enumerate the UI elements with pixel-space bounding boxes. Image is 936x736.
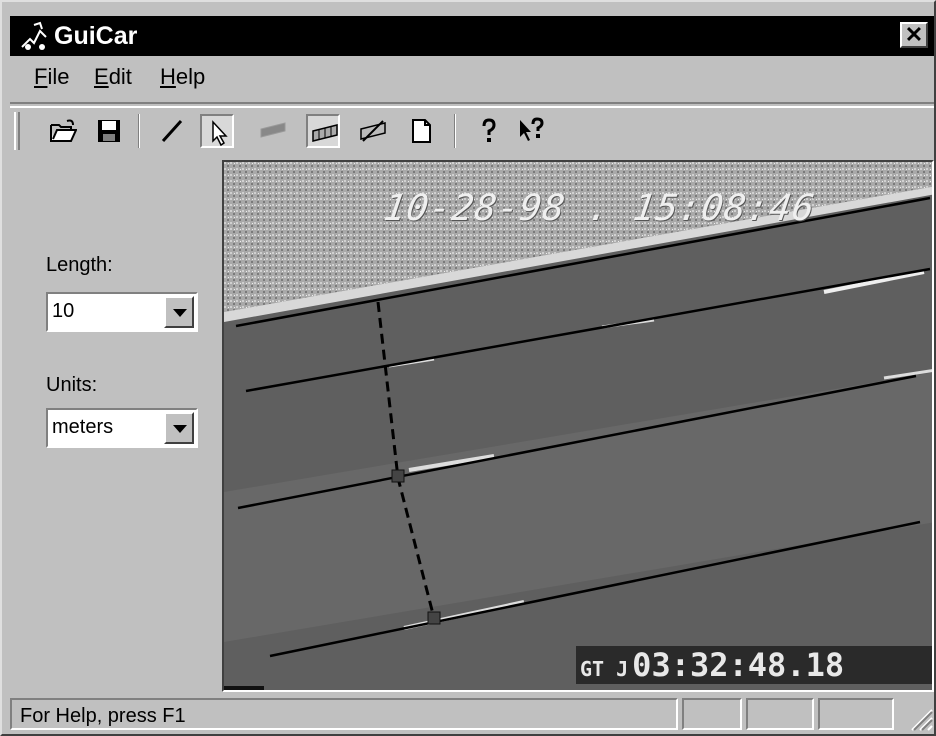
status-text: For Help, press F1: [10, 698, 678, 730]
hatched-parallelogram-icon: [312, 124, 338, 142]
arrow-pointer-icon: [212, 120, 228, 147]
select-button[interactable]: [200, 114, 234, 148]
help-button[interactable]: [472, 114, 506, 148]
timecode-prefix: GT J: [580, 657, 629, 681]
menu-edit[interactable]: Edit: [94, 64, 132, 90]
status-bar: For Help, press F1: [10, 694, 934, 734]
crossed-region-button[interactable]: [356, 114, 390, 148]
menu-help-rest: elp: [175, 64, 206, 89]
timecode: GT J 03:32:48.18: [576, 646, 932, 684]
length-label: Length:: [46, 254, 113, 276]
menu-help[interactable]: Help: [160, 64, 205, 90]
menu-edit-rest: dit: [108, 64, 132, 89]
floppy-disk-icon: [98, 120, 120, 142]
chevron-down-icon: [173, 309, 187, 317]
save-button[interactable]: [92, 114, 126, 148]
main-window: GuiCar ✕ File Edit Help Length: 10 Units…: [0, 0, 936, 736]
title-bar[interactable]: GuiCar ✕: [10, 16, 934, 56]
status-pane-3: [818, 698, 894, 730]
menu-bar: File Edit Help: [10, 58, 934, 98]
chevron-down-icon: [173, 425, 187, 433]
close-button[interactable]: ✕: [900, 22, 928, 48]
units-combobox[interactable]: meters: [46, 408, 198, 448]
units-label: Units:: [46, 374, 98, 396]
video-frame[interactable]: 10-28-98 . 15:08:46 GT J 03:32:48.18: [222, 160, 934, 692]
filled-region-button: [256, 114, 290, 148]
arrow-question-icon: [520, 117, 544, 141]
side-panel: Length: 10 Units: meters: [10, 160, 222, 690]
filled-parallelogram-icon: [260, 122, 286, 138]
toolbar: [10, 102, 934, 158]
menu-help-accel: H: [160, 64, 176, 89]
status-pane-2: [746, 698, 814, 730]
folder-open-icon: [50, 119, 77, 142]
crossed-parallelogram-icon: [360, 120, 386, 142]
units-dropdown-button[interactable]: [164, 412, 194, 444]
new-document-button[interactable]: [404, 114, 438, 148]
units-value: meters: [52, 416, 114, 438]
draw-line-button[interactable]: [156, 114, 190, 148]
line-icon: [161, 119, 183, 143]
resize-grip-icon[interactable]: [906, 704, 934, 732]
timecode-value: 03:32:48.18: [632, 646, 845, 684]
length-dropdown-button[interactable]: [164, 296, 194, 328]
date-stamp: 10-28-98 . 15:08:46: [381, 188, 818, 229]
question-mark-icon: [482, 118, 496, 142]
app-car-icon: [21, 21, 47, 50]
menu-edit-accel: E: [94, 64, 109, 89]
status-pane-1: [682, 698, 742, 730]
blank-page-icon: [412, 119, 431, 143]
window-title: GuiCar: [54, 22, 138, 50]
grid-region-button[interactable]: [306, 114, 340, 148]
length-value: 10: [52, 300, 75, 322]
road-scene: [224, 162, 932, 690]
menu-file-rest: ile: [47, 64, 70, 89]
toolbar-grip[interactable]: [14, 112, 20, 150]
menu-file-accel: F: [34, 64, 48, 89]
context-help-button[interactable]: [514, 114, 548, 148]
length-combobox[interactable]: 10: [46, 292, 198, 332]
open-folder-button[interactable]: [46, 114, 80, 148]
menu-file[interactable]: File: [34, 64, 69, 90]
